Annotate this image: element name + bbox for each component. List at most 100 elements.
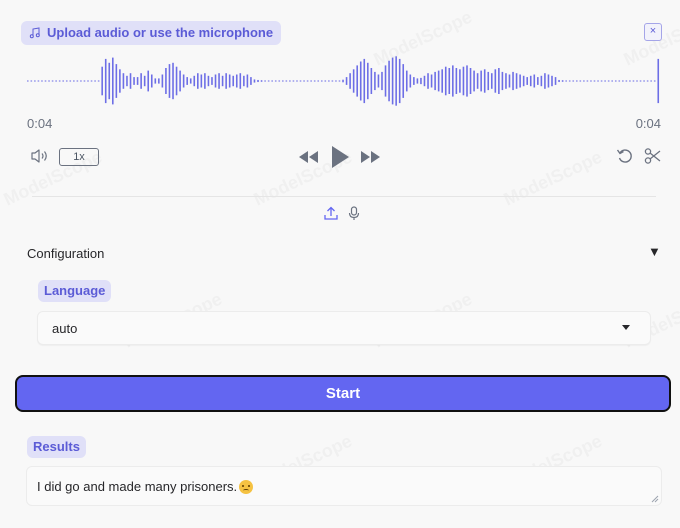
waveform-bar bbox=[359, 61, 362, 101]
waveform-bar bbox=[150, 74, 153, 88]
microphone-icon[interactable] bbox=[348, 206, 360, 221]
waveform-bar bbox=[413, 77, 415, 85]
waveform-bar bbox=[172, 62, 174, 100]
waveform-bar bbox=[143, 75, 146, 87]
waveform-bar bbox=[104, 58, 107, 104]
reset-icon[interactable] bbox=[616, 147, 634, 165]
waveform-bar bbox=[55, 80, 57, 82]
waveform-bar bbox=[572, 80, 575, 82]
waveform-bar bbox=[363, 58, 366, 104]
waveform-bar bbox=[271, 80, 273, 82]
waveform-bar bbox=[434, 71, 436, 91]
waveform-bar bbox=[69, 80, 72, 82]
waveform-bar bbox=[522, 75, 525, 87]
waveform-bar bbox=[515, 73, 518, 89]
clear-audio-button[interactable]: × bbox=[644, 23, 662, 41]
waveform-bar bbox=[544, 73, 546, 89]
waveform-bar bbox=[551, 75, 553, 87]
waveform-bar bbox=[427, 73, 429, 89]
waveform-bar bbox=[526, 77, 528, 85]
waveform-bar bbox=[533, 74, 536, 88]
waveform-bar bbox=[58, 80, 61, 82]
waveform-bar bbox=[629, 80, 631, 82]
waveform-bar bbox=[374, 71, 376, 91]
waveform-bar bbox=[186, 77, 188, 85]
rewind-icon[interactable] bbox=[298, 150, 320, 164]
fast-forward-icon[interactable] bbox=[360, 150, 382, 164]
waveform-bar bbox=[604, 80, 606, 82]
accordion-toggle-icon[interactable]: ▼ bbox=[648, 244, 661, 259]
results-textarea[interactable]: I did go and made many prisoners. bbox=[26, 466, 662, 506]
waveform-bar bbox=[253, 79, 256, 83]
waveform-bar bbox=[299, 80, 302, 82]
waveform-bar bbox=[469, 68, 472, 94]
current-time: 0:04 bbox=[27, 116, 53, 131]
waveform-bar bbox=[437, 70, 440, 92]
waveform-bar bbox=[331, 80, 334, 82]
waveform-bar bbox=[583, 80, 585, 82]
waveform-bar bbox=[313, 80, 316, 82]
waveform-bar bbox=[267, 80, 270, 82]
language-dropdown[interactable]: auto bbox=[37, 311, 651, 345]
waveform-bar bbox=[391, 57, 394, 105]
waveform-bar bbox=[250, 77, 252, 85]
results-label: Results bbox=[27, 436, 86, 458]
waveform-bar bbox=[48, 80, 50, 82]
waveform-bar bbox=[547, 74, 550, 88]
play-icon[interactable] bbox=[330, 145, 350, 169]
waveform-bar bbox=[423, 75, 426, 87]
waveform-bar bbox=[568, 80, 571, 82]
waveform-bar bbox=[490, 73, 493, 89]
waveform-bar bbox=[83, 80, 86, 82]
waveform-bar bbox=[147, 70, 150, 92]
waveform-bar bbox=[529, 75, 532, 87]
waveform-bar bbox=[352, 69, 355, 93]
waveform-bar bbox=[345, 77, 348, 85]
waveform-bar bbox=[133, 77, 135, 85]
waveform-bar bbox=[349, 73, 351, 89]
upload-icon[interactable] bbox=[324, 206, 338, 220]
waveform-bar bbox=[381, 71, 383, 91]
waveform-bar bbox=[625, 80, 628, 82]
audio-waveform[interactable] bbox=[27, 55, 661, 107]
start-button[interactable]: Start bbox=[15, 375, 671, 412]
waveform-bar bbox=[292, 80, 295, 82]
volume-icon[interactable] bbox=[30, 148, 50, 164]
waveform-bar bbox=[643, 80, 645, 82]
waveform-bar bbox=[179, 70, 181, 92]
waveform-bar bbox=[636, 80, 638, 82]
waveform-bar bbox=[476, 73, 479, 89]
audio-label-text: Upload audio or use the microphone bbox=[47, 25, 274, 40]
audio-label: Upload audio or use the microphone bbox=[21, 21, 282, 45]
waveform-bar bbox=[154, 78, 157, 84]
waveform-bar bbox=[420, 77, 422, 85]
configuration-accordion-label[interactable]: Configuration bbox=[27, 246, 104, 261]
resize-handle-icon[interactable] bbox=[651, 495, 659, 503]
waveform-bar bbox=[122, 73, 125, 89]
waveform-bar bbox=[558, 79, 560, 83]
waveform-bar bbox=[87, 80, 89, 82]
waveform-bar bbox=[611, 80, 613, 82]
waveform-bar bbox=[257, 79, 259, 83]
waveform-bar bbox=[264, 80, 266, 82]
playback-controls: 1x bbox=[15, 145, 670, 171]
waveform-bar bbox=[303, 80, 305, 82]
waveform-bar bbox=[441, 69, 443, 93]
waveform-bar bbox=[657, 58, 660, 104]
waveform-bar bbox=[342, 79, 344, 83]
waveform-bar bbox=[405, 70, 408, 92]
waveform-bar bbox=[235, 74, 238, 88]
waveform-bar bbox=[65, 80, 68, 82]
waveform-bar bbox=[519, 74, 521, 88]
waveform-bar bbox=[34, 80, 36, 82]
waveform-bar bbox=[158, 78, 160, 84]
waveform-bar bbox=[115, 64, 118, 98]
waveform-bar bbox=[204, 73, 206, 89]
results-text: I did go and made many prisoners. bbox=[37, 479, 238, 494]
playback-speed-button[interactable]: 1x bbox=[59, 148, 99, 166]
waveform-bar bbox=[483, 69, 486, 93]
waveform-bar bbox=[189, 78, 192, 84]
trim-scissors-icon[interactable] bbox=[644, 147, 662, 165]
waveform-bar bbox=[168, 64, 171, 98]
waveform-bar bbox=[296, 80, 298, 82]
